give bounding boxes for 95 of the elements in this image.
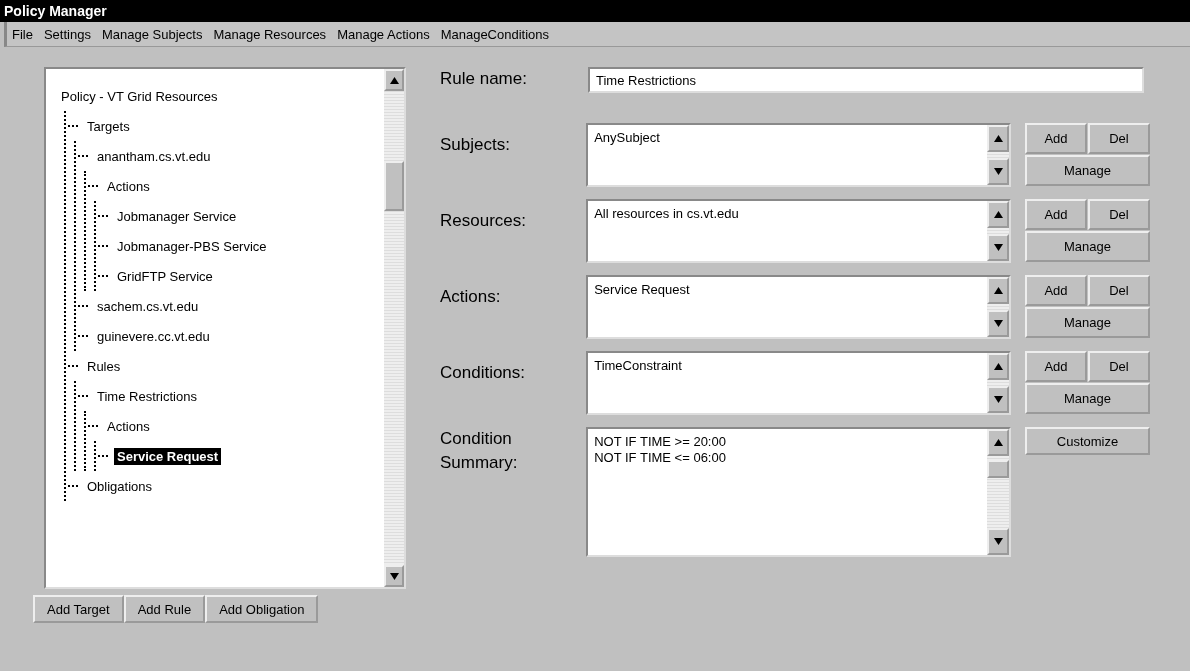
customize-button[interactable]: Customize	[1025, 427, 1150, 455]
field-label: Condition	[440, 428, 513, 450]
scroll-thumb[interactable]	[384, 161, 404, 211]
list-box[interactable]: Service Request	[586, 275, 1011, 339]
tree-node[interactable]: Jobmanager-PBS Service	[114, 237, 270, 255]
tree-node[interactable]: Rules	[84, 357, 124, 375]
scroll-up-button[interactable]	[987, 353, 1009, 380]
window-title: Policy Manager	[0, 0, 1190, 22]
list-action-button[interactable]: Manage	[1025, 155, 1150, 186]
tree-node[interactable]: Service Request	[114, 447, 222, 465]
scroll-up-button[interactable]	[987, 125, 1009, 152]
tree-line	[68, 485, 78, 487]
tree-line	[78, 305, 88, 307]
tree-line	[84, 411, 86, 471]
field-label: Actions:	[440, 286, 502, 307]
field-label: Subjects:	[440, 134, 511, 155]
menu-item[interactable]: Manage Resources	[208, 26, 332, 42]
up-arrow-icon	[993, 135, 1003, 142]
list-box[interactable]: AnySubject	[586, 123, 1011, 187]
down-arrow-icon	[993, 244, 1003, 251]
list-box[interactable]: All resources in cs.vt.edu	[586, 199, 1011, 263]
scroll-up-button[interactable]	[987, 429, 1009, 456]
tree-node[interactable]: anantham.cs.vt.edu	[94, 147, 214, 165]
list-action-button[interactable]: Del	[1088, 123, 1150, 154]
list-action-button[interactable]: Add	[1025, 199, 1087, 230]
list-action-button[interactable]: Del	[1088, 351, 1150, 382]
list-action-button[interactable]: Add	[1025, 123, 1087, 154]
list-entry[interactable]: AnySubject	[594, 130, 981, 146]
scroll-down-button[interactable]	[987, 158, 1009, 185]
scroll-up-button[interactable]	[987, 277, 1009, 304]
tree-action-button[interactable]: Add Target	[33, 595, 124, 623]
tree-node[interactable]: Obligations	[84, 477, 156, 495]
summary-line: NOT IF TIME <= 06:00	[594, 450, 727, 466]
tree-line	[78, 395, 88, 397]
list-action-button[interactable]: Add	[1025, 351, 1087, 382]
tree-line	[98, 245, 108, 247]
down-arrow-icon	[993, 320, 1003, 327]
menu-item[interactable]: File	[7, 26, 38, 42]
field-label: Conditions:	[440, 362, 527, 383]
down-arrow-icon	[993, 396, 1003, 403]
tree-node[interactable]: guinevere.cc.vt.edu	[94, 327, 213, 345]
list-entry[interactable]: Service Request	[594, 282, 981, 298]
tree-node[interactable]: GridFTP Service	[114, 267, 216, 285]
scroll-up-button[interactable]	[987, 201, 1009, 228]
field-label: Summary:	[440, 452, 519, 474]
tree-node[interactable]: sachem.cs.vt.edu	[94, 297, 202, 315]
tree-node[interactable]: Time Restrictions	[94, 387, 200, 405]
scroll-down-button[interactable]	[987, 386, 1009, 413]
summary-line: NOT IF TIME >= 20:00	[594, 434, 727, 450]
down-arrow-icon	[993, 538, 1003, 545]
list-entry[interactable]: All resources in cs.vt.edu	[594, 206, 981, 222]
menu-item[interactable]: Settings	[38, 26, 96, 42]
tree-line	[88, 425, 98, 427]
down-arrow-icon	[993, 168, 1003, 175]
list-action-button[interactable]: Manage	[1025, 307, 1150, 338]
down-arrow-icon	[389, 572, 399, 580]
scroll-down-button[interactable]	[987, 234, 1009, 261]
scroll-bar[interactable]	[384, 69, 404, 587]
tree-node[interactable]: Policy - VT Grid Resources	[58, 87, 221, 105]
menu-item[interactable]: Manage Subjects	[96, 26, 208, 42]
tree-line	[78, 155, 88, 157]
list-action-button[interactable]: Add	[1025, 275, 1087, 306]
tree-line	[98, 275, 108, 277]
tree-line	[68, 125, 78, 127]
list-box[interactable]: TimeConstraint	[586, 351, 1011, 415]
tree-line	[98, 455, 108, 457]
list-action-button[interactable]: Manage	[1025, 231, 1150, 262]
tree-node[interactable]: Actions	[104, 177, 153, 195]
up-arrow-icon	[993, 363, 1003, 370]
tree-line	[94, 441, 96, 471]
list-action-button[interactable]: Manage	[1025, 383, 1150, 414]
scroll-down-button[interactable]	[987, 310, 1009, 337]
rule-name-field[interactable]: Time Restrictions	[588, 67, 1144, 93]
tree-node[interactable]: Jobmanager Service	[114, 207, 240, 225]
up-arrow-icon	[993, 287, 1003, 294]
tree-node[interactable]: Targets	[84, 117, 133, 135]
up-arrow-icon	[389, 76, 399, 84]
field-label: Rule name:	[440, 68, 528, 89]
list-action-button[interactable]: Del	[1088, 199, 1150, 230]
tree-line	[98, 215, 108, 217]
tree-action-button[interactable]: Add Obligation	[205, 595, 319, 623]
menu-item[interactable]: Manage Actions	[332, 26, 435, 42]
tree-line	[68, 365, 78, 367]
scroll-thumb[interactable]	[987, 460, 1009, 478]
tree-line	[88, 185, 98, 187]
up-arrow-icon	[993, 439, 1003, 446]
list-action-button[interactable]: Del	[1088, 275, 1150, 306]
menu-item[interactable]: ManageConditions	[435, 26, 555, 42]
list-entry[interactable]: TimeConstraint	[594, 358, 981, 374]
field-label: Resources:	[440, 210, 527, 231]
up-arrow-icon	[993, 211, 1003, 218]
scroll-down-button[interactable]	[987, 528, 1009, 555]
tree-line	[78, 335, 88, 337]
tree-node[interactable]: Actions	[104, 417, 153, 435]
tree-action-button[interactable]: Add Rule	[123, 595, 206, 623]
